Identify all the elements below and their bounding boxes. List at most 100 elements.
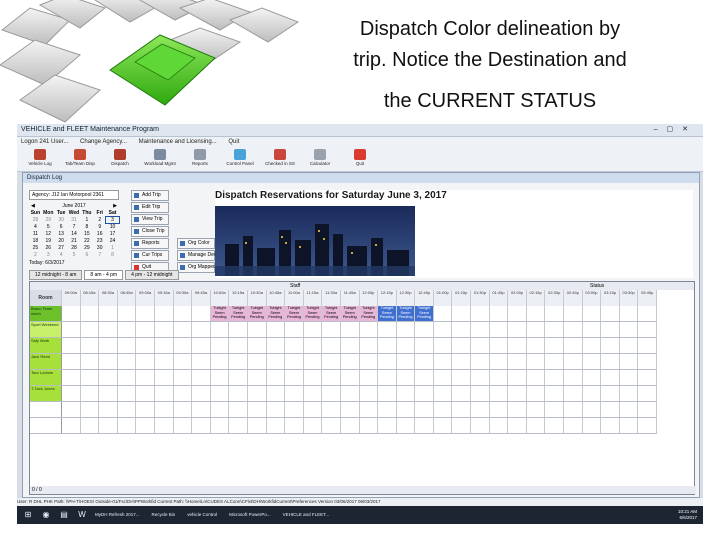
- grid-cell[interactable]: [397, 370, 416, 385]
- grid-cell[interactable]: [397, 354, 416, 369]
- grid-cell[interactable]: [136, 354, 155, 369]
- grid-cell[interactable]: [267, 402, 286, 417]
- trip-cell[interactable]: Tubight Seem Pending: [359, 306, 379, 321]
- grid-cell[interactable]: [360, 418, 379, 433]
- calendar-day[interactable]: 29: [42, 217, 55, 223]
- grid-cell[interactable]: [415, 338, 434, 353]
- grid-cell[interactable]: [397, 338, 416, 353]
- grid-cell[interactable]: [229, 338, 248, 353]
- grid-cell[interactable]: [601, 354, 620, 369]
- grid-cell[interactable]: [267, 418, 286, 433]
- grid-cell[interactable]: [174, 306, 193, 321]
- grid-cell[interactable]: [99, 418, 118, 433]
- grid-cell[interactable]: [81, 322, 100, 337]
- grid-cell[interactable]: [378, 354, 397, 369]
- grid-cell[interactable]: [471, 418, 490, 433]
- grid-cell[interactable]: [545, 338, 565, 353]
- grid-cell[interactable]: [564, 354, 583, 369]
- grid-cell[interactable]: [415, 402, 434, 417]
- grid-cell[interactable]: [490, 338, 509, 353]
- grid-cell[interactable]: [545, 386, 565, 401]
- grid-cell[interactable]: [155, 354, 174, 369]
- calendar-day[interactable]: 1: [80, 217, 93, 223]
- grid-cell[interactable]: [322, 354, 341, 369]
- grid-cell[interactable]: [285, 338, 304, 353]
- grid-cell[interactable]: [638, 322, 657, 337]
- grid-cell[interactable]: [99, 402, 118, 417]
- grid-cell[interactable]: [341, 322, 360, 337]
- calendar-day[interactable]: 28: [68, 245, 81, 251]
- grid-cell[interactable]: [322, 402, 341, 417]
- grid-cell[interactable]: [322, 370, 341, 385]
- grid-cell[interactable]: [174, 338, 193, 353]
- row-label[interactable]: T-Tack Jones: [30, 386, 62, 401]
- grid-cell[interactable]: [62, 354, 81, 369]
- grid-cell[interactable]: [360, 322, 379, 337]
- today-link[interactable]: Today: 6/3/2017: [29, 260, 119, 266]
- grid-cell[interactable]: [174, 402, 193, 417]
- grid-cell[interactable]: [248, 402, 267, 417]
- current-trip-cell[interactable]: Tubight Seem Pending: [415, 306, 434, 321]
- calendar-day[interactable]: 1: [106, 245, 119, 251]
- trip-cell[interactable]: Tubight Seem Pending: [303, 306, 323, 321]
- grid-cell[interactable]: [155, 322, 174, 337]
- grid-cell[interactable]: [155, 306, 174, 321]
- trip-cell[interactable]: Tubight Seem Pending: [210, 306, 230, 321]
- grid-cell[interactable]: [136, 418, 155, 433]
- toolbar-checked-in[interactable]: Checked in SS: [261, 147, 299, 171]
- grid-cell[interactable]: [99, 322, 118, 337]
- calendar-day[interactable]: 17: [106, 231, 119, 237]
- grid-cell[interactable]: [638, 402, 657, 417]
- prev-month-icon[interactable]: ◀: [31, 202, 35, 210]
- menu-logon[interactable]: Logon 241 User...: [21, 139, 68, 145]
- calendar-day[interactable]: 24: [106, 238, 119, 244]
- grid-cell[interactable]: [545, 370, 565, 385]
- grid-cell[interactable]: [378, 370, 397, 385]
- grid-cell[interactable]: [304, 370, 323, 385]
- grid-cell[interactable]: [81, 370, 100, 385]
- tab-midnight-8am[interactable]: 12 midnight - 8 am: [29, 270, 83, 280]
- grid-cell[interactable]: [508, 418, 527, 433]
- grid-cell[interactable]: [118, 338, 137, 353]
- calendar-day[interactable]: 4: [55, 252, 68, 258]
- calendar-day[interactable]: 25: [29, 245, 42, 251]
- row-label[interactable]: Jack Reed: [30, 354, 62, 369]
- grid-cell[interactable]: [248, 418, 267, 433]
- grid-cell[interactable]: [304, 338, 323, 353]
- cur-trips-button[interactable]: Cur Trips: [131, 250, 169, 261]
- grid-cell[interactable]: [471, 338, 490, 353]
- grid-cell[interactable]: [229, 322, 248, 337]
- grid-cell[interactable]: [360, 354, 379, 369]
- calendar-day[interactable]: 2: [29, 252, 42, 258]
- grid-cell[interactable]: [267, 354, 286, 369]
- grid-cell[interactable]: [601, 338, 620, 353]
- grid-cell[interactable]: [638, 338, 657, 353]
- grid-cell[interactable]: [452, 402, 472, 417]
- grid-cell[interactable]: [434, 402, 453, 417]
- grid-cell[interactable]: [545, 402, 565, 417]
- org-mapped-button[interactable]: Org Mapped: [177, 262, 216, 273]
- grid-cell[interactable]: [564, 306, 583, 321]
- grid-cell[interactable]: [452, 418, 472, 433]
- grid-cell[interactable]: [583, 306, 602, 321]
- grid-cell[interactable]: [136, 322, 155, 337]
- taskbar-item-vehicle-fleet[interactable]: VEHICLE and FLEET...: [277, 508, 336, 522]
- grid-cell[interactable]: [81, 386, 100, 401]
- calendar-day[interactable]: 28: [29, 217, 42, 223]
- grid-cell[interactable]: [192, 402, 211, 417]
- taskbar-item-powerpoint[interactable]: Microsoft PowerPo...: [223, 508, 277, 522]
- grid-cell[interactable]: [434, 386, 453, 401]
- calendar-day[interactable]: 8: [106, 252, 119, 258]
- grid-cell[interactable]: [81, 306, 100, 321]
- grid-cell[interactable]: [174, 322, 193, 337]
- chrome-icon[interactable]: ◉: [39, 508, 53, 522]
- grid-cell[interactable]: [620, 402, 639, 417]
- grid-cell[interactable]: [545, 306, 565, 321]
- toolbar-quit[interactable]: Quit: [341, 147, 379, 171]
- taskbar-item-vehicle-control[interactable]: vehicle Control: [181, 508, 223, 522]
- calendar-day[interactable]: 26: [42, 245, 55, 251]
- grid-cell[interactable]: [118, 418, 137, 433]
- grid-cell[interactable]: [490, 418, 509, 433]
- trip-cell[interactable]: Tubight Seem Pending: [322, 306, 341, 321]
- grid-cell[interactable]: [415, 370, 434, 385]
